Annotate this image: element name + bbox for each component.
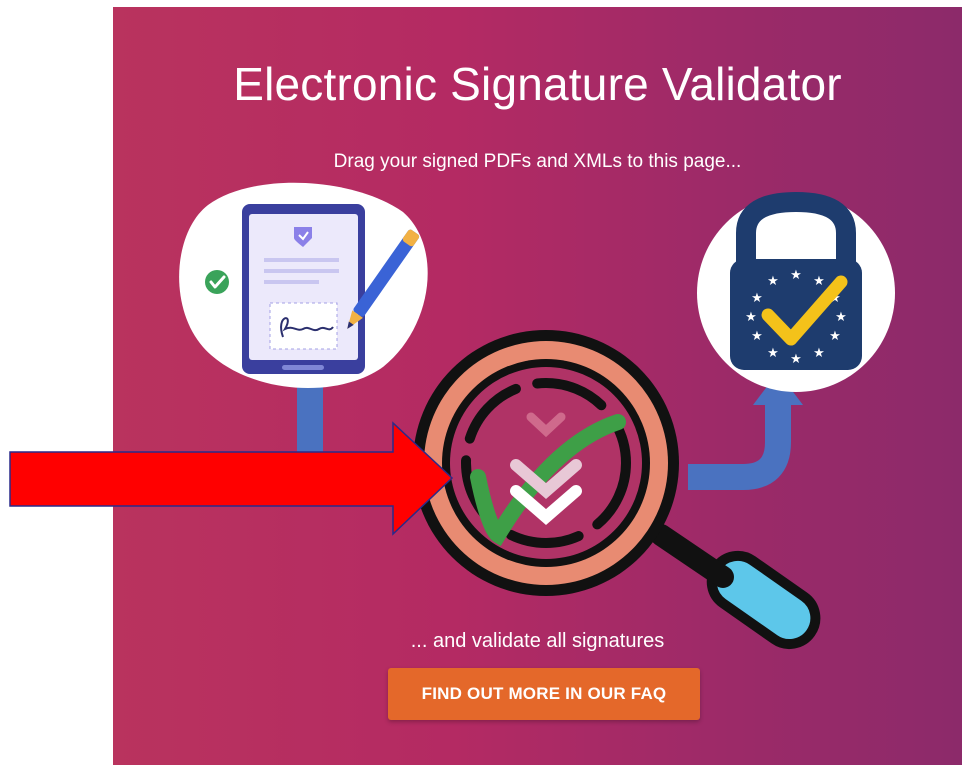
screenshot-stage: Electronic Signature Validator Drag your…: [0, 0, 962, 765]
red-arrow-icon: [9, 421, 454, 536]
